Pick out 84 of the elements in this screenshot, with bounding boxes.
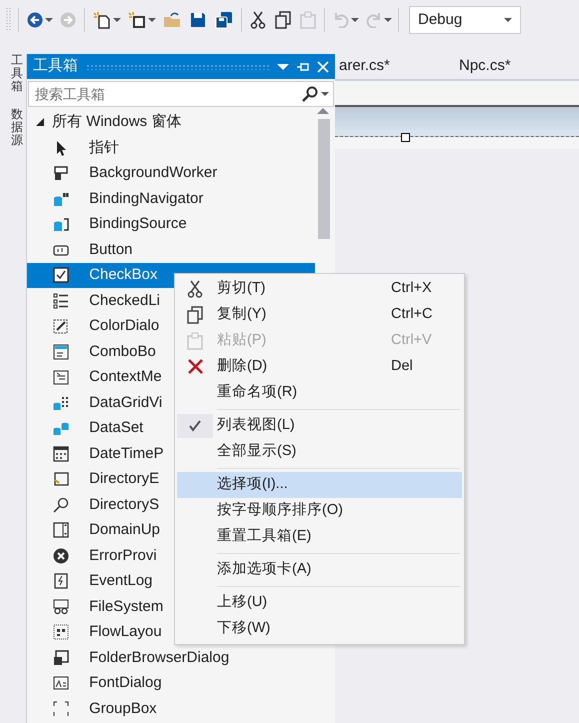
redo-icon <box>366 12 382 28</box>
copy-icon <box>186 306 204 324</box>
save-icon <box>190 12 206 28</box>
toolbox-item[interactable]: BindingSource <box>27 212 315 237</box>
pin-icon[interactable] <box>296 60 310 72</box>
new-project-button[interactable] <box>93 11 111 29</box>
add-item-button[interactable] <box>128 11 146 29</box>
clipboard-icon <box>186 332 204 350</box>
search-box[interactable]: 搜索工具箱 <box>28 81 334 107</box>
menu-item[interactable]: 全部显示(S) <box>177 439 462 465</box>
caret-icon[interactable] <box>384 17 392 23</box>
toolbox-item[interactable]: Button <box>27 237 315 262</box>
save-all-button[interactable] <box>215 11 233 29</box>
grip-icon <box>6 7 12 33</box>
side-tab[interactable]: 数据源 <box>10 108 22 148</box>
calendar-icon <box>53 446 70 462</box>
save-all-icon <box>215 11 233 29</box>
forward-icon <box>60 12 76 28</box>
font-icon <box>53 675 70 692</box>
resize-handle[interactable] <box>401 133 410 142</box>
window-icon <box>53 650 70 666</box>
error-icon <box>53 548 70 564</box>
database-icon <box>53 190 70 207</box>
copy-icon <box>275 11 291 29</box>
toolbox-item[interactable]: 指针 <box>27 135 315 160</box>
menu-item[interactable]: 上移(U) <box>177 590 462 616</box>
caret-icon[interactable] <box>113 17 121 23</box>
open-button[interactable] <box>163 12 181 28</box>
toolbox-item[interactable]: BindingNavigator <box>27 186 315 212</box>
menu-item[interactable]: 列表视图(L) <box>177 413 462 439</box>
caret-icon[interactable] <box>148 17 156 23</box>
close-icon[interactable] <box>317 60 329 72</box>
back-button[interactable] <box>27 12 43 28</box>
layout-icon <box>53 624 70 640</box>
list-icon <box>53 292 70 309</box>
database-icon <box>53 216 70 232</box>
new-file-icon <box>93 11 111 29</box>
menu-item[interactable]: 重置工具箱(E) <box>177 524 462 550</box>
menu-item[interactable]: 按字母顺序排序(O) <box>177 498 462 524</box>
toolbox-item[interactable]: FolderBrowserDialog <box>27 645 315 670</box>
side-tab[interactable]: 工具箱 <box>10 54 22 94</box>
database-icon <box>53 420 70 436</box>
grid-icon <box>53 394 70 411</box>
search-field[interactable]: 搜索工具箱 <box>33 82 302 106</box>
combo-icon <box>53 344 70 360</box>
caret-icon[interactable] <box>321 91 329 97</box>
caret-icon[interactable] <box>45 17 53 23</box>
toolbox-item[interactable]: BackgroundWorker <box>27 160 315 186</box>
menu-item[interactable]: 下移(W) <box>177 616 462 642</box>
menu-item[interactable]: 重命名项(R) <box>177 380 462 406</box>
menu-item[interactable]: 添加选项卡(A) <box>177 557 462 583</box>
component-icon <box>53 165 70 182</box>
menu-item[interactable]: 选择项(I)... <box>177 472 462 498</box>
editor-tab[interactable]: arer.cs* <box>339 57 390 74</box>
delete-icon <box>186 358 204 376</box>
cut-button[interactable] <box>250 11 266 29</box>
copy-button[interactable] <box>275 11 291 29</box>
scissors-icon <box>250 11 266 29</box>
caret-icon <box>504 17 512 23</box>
toolbox-item[interactable]: FontDialog <box>27 670 315 696</box>
clipboard-icon <box>300 11 316 29</box>
undo-icon <box>333 12 349 28</box>
group-icon <box>53 700 70 717</box>
editor-tab[interactable]: Npc.cs* <box>459 57 511 74</box>
checkbox-icon <box>53 267 70 284</box>
panel-title: 工具箱 <box>33 56 78 76</box>
search-icon[interactable] <box>302 86 318 102</box>
folder-icon <box>163 12 181 28</box>
scrollbar-thumb[interactable] <box>318 118 330 238</box>
configuration-dropdown[interactable]: Debug <box>409 6 521 34</box>
toolbox-item[interactable]: GroupBox <box>27 696 315 722</box>
save-button[interactable] <box>190 12 206 28</box>
group-header[interactable]: 所有 Windows 窗体 <box>27 109 315 135</box>
dropdown-icon[interactable] <box>277 62 289 72</box>
glasses-icon <box>53 598 70 615</box>
menu-icon <box>53 369 70 386</box>
scissors-icon <box>186 280 204 298</box>
new-item-icon <box>128 11 146 29</box>
caret-icon[interactable] <box>351 17 359 23</box>
search-icon <box>53 496 70 513</box>
menu-item[interactable]: 删除(D) Del <box>177 354 462 380</box>
spinner-icon <box>53 522 70 538</box>
back-icon <box>27 12 43 28</box>
menu-item[interactable]: 复制(Y) Ctrl+C <box>177 302 462 328</box>
